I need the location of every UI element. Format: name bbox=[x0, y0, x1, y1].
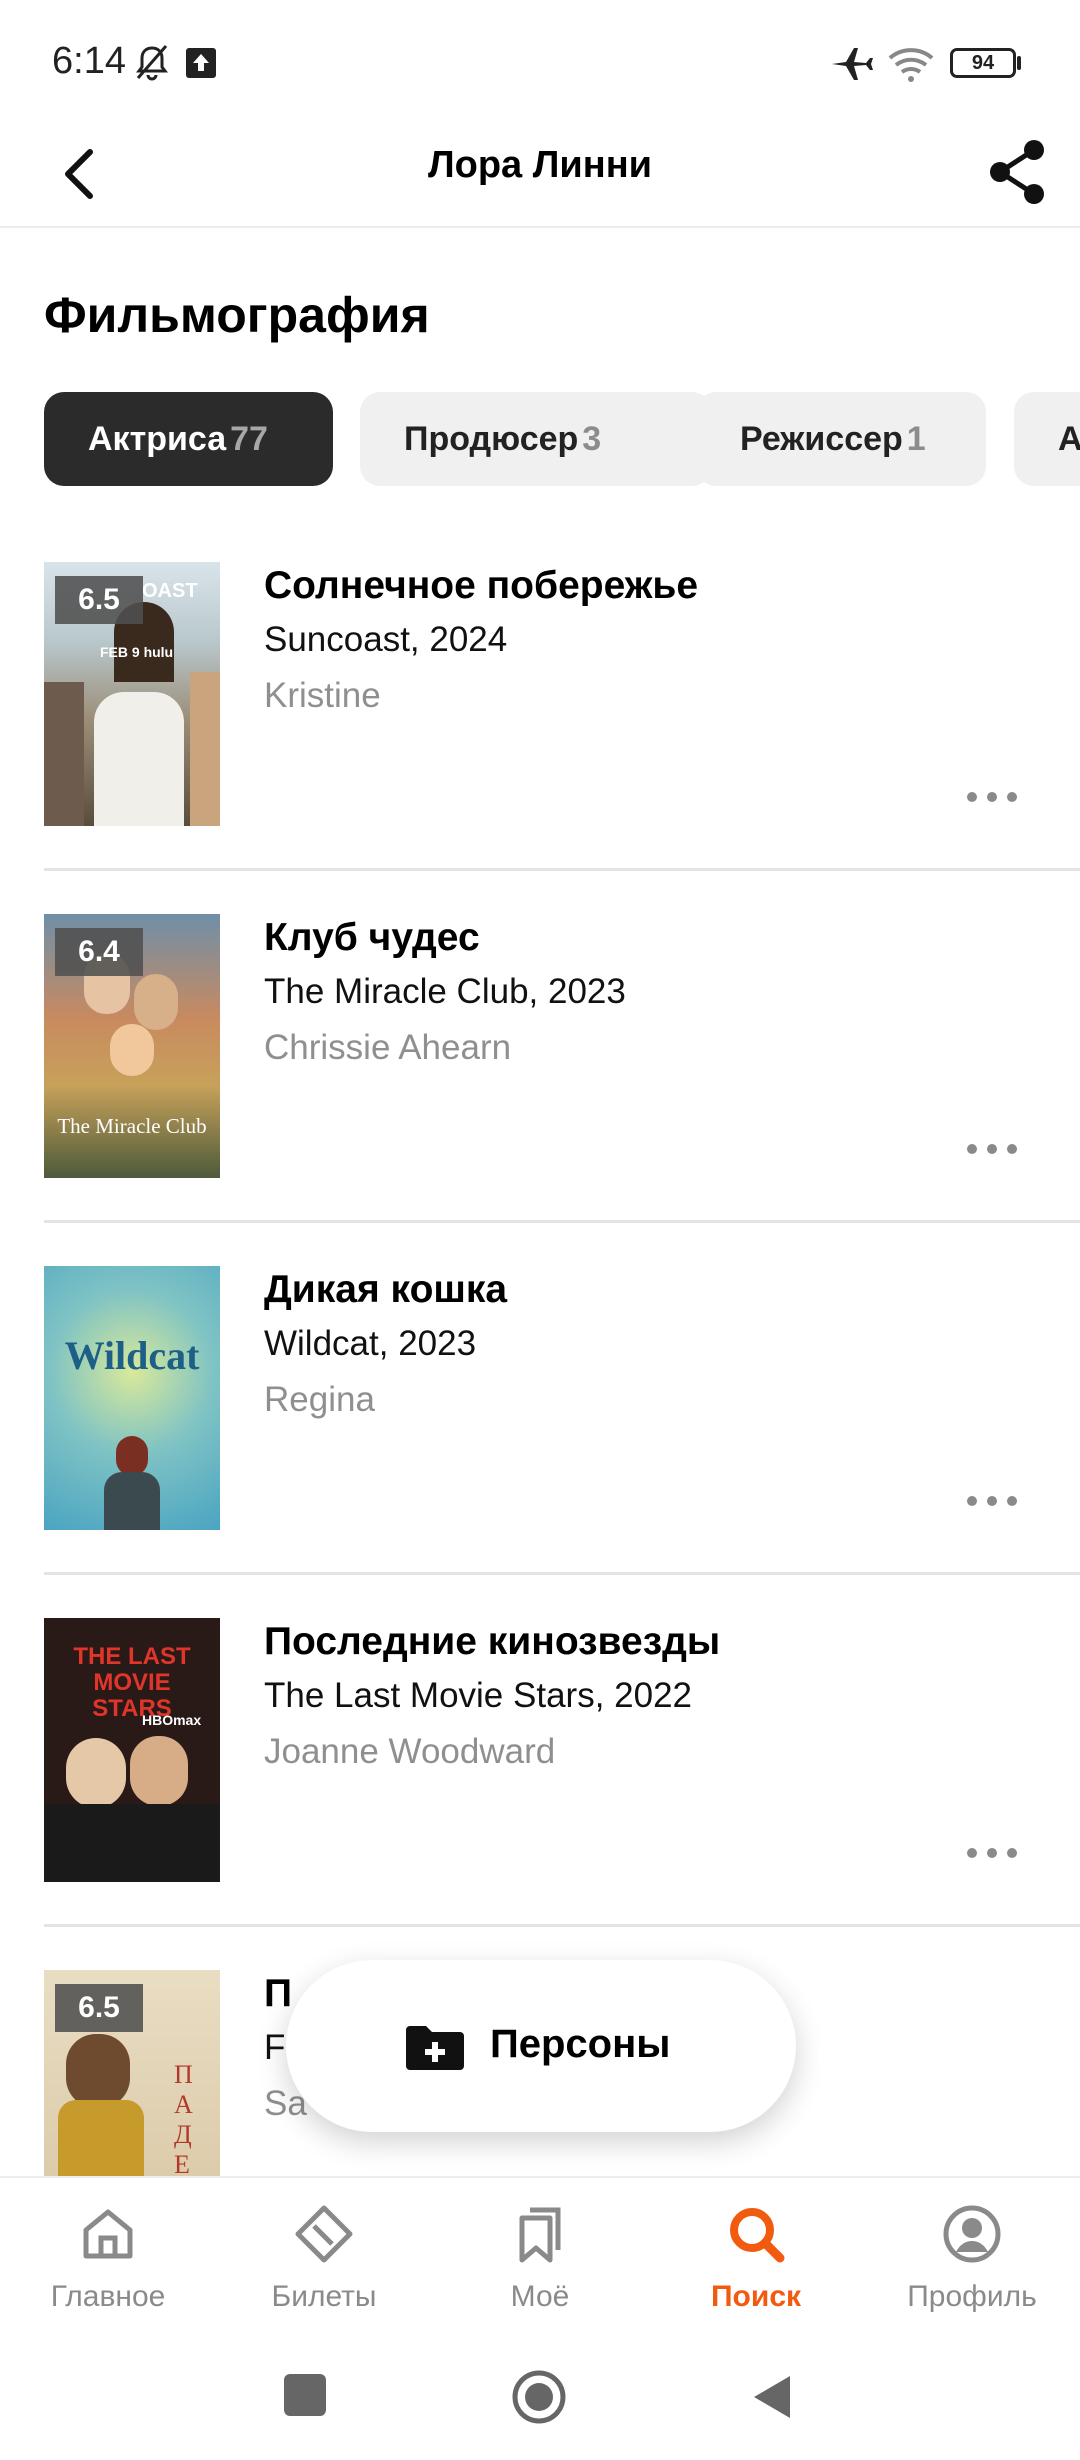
rating-badge: 6.4 bbox=[55, 928, 143, 976]
chip-count: 77 bbox=[230, 420, 268, 458]
persons-fab[interactable]: Персоны bbox=[286, 1960, 796, 2132]
more-options-icon[interactable] bbox=[964, 1136, 1020, 1162]
status-bar: 6:14 94 bbox=[0, 0, 1080, 120]
home-icon bbox=[83, 2209, 133, 2259]
nav-search[interactable]: Поиск bbox=[648, 2202, 864, 2332]
chip-count: 3 bbox=[582, 420, 602, 458]
nav-my[interactable]: Моё bbox=[432, 2202, 648, 2332]
film-poster[interactable]: OAST FEB 9 hulu 6.5 bbox=[44, 562, 220, 826]
nav-label: Билеты bbox=[271, 2280, 377, 2313]
rating-badge: 6.5 bbox=[55, 1984, 143, 2032]
profile-icon bbox=[943, 2205, 1001, 2263]
nav-profile[interactable]: Профиль bbox=[864, 2202, 1080, 2332]
system-navigation-bar bbox=[0, 2336, 1080, 2460]
nav-home[interactable]: Главное bbox=[0, 2202, 216, 2332]
chip-label: Режиссер bbox=[740, 420, 903, 458]
nav-tickets[interactable]: Билеты bbox=[216, 2202, 432, 2332]
bookmarks-icon bbox=[519, 2207, 561, 2263]
nav-label: Профиль bbox=[907, 2280, 1037, 2313]
chip-more[interactable]: А bbox=[1014, 392, 1080, 486]
folder-plus-icon bbox=[406, 2026, 464, 2070]
nav-label: Главное bbox=[50, 2280, 166, 2313]
film-role: Kristine bbox=[264, 676, 381, 715]
film-item[interactable]: The Miracle Club 6.4 Клуб чудес The Mira… bbox=[44, 914, 1080, 1266]
wifi-icon bbox=[888, 48, 934, 82]
poster-title-text: THE LAST MOVIE STARS bbox=[73, 1643, 191, 1722]
chip-label: Продюсер bbox=[404, 420, 579, 458]
film-poster[interactable]: The Miracle Club 6.4 bbox=[44, 914, 220, 1178]
more-options-icon[interactable] bbox=[964, 784, 1020, 810]
film-item[interactable]: THE LAST MOVIE STARS HBOmax Последние ки… bbox=[44, 1618, 1080, 1970]
poster-sub-text: HBOmax bbox=[142, 1712, 202, 1728]
film-original-title: The Last Movie Stars, 2022 bbox=[264, 1676, 692, 1715]
film-original-title: Wildcat, 2023 bbox=[264, 1324, 477, 1363]
film-original-title: Suncoast, 2024 bbox=[264, 620, 508, 659]
poster-title-text: ПАДЕН bbox=[174, 2060, 193, 2176]
upload-icon bbox=[186, 48, 216, 78]
chip-label: Актриса bbox=[88, 420, 227, 458]
film-title: Дикая кошка bbox=[264, 1268, 508, 1311]
rating-badge: 6.5 bbox=[55, 576, 143, 624]
film-poster[interactable]: THE LAST MOVIE STARS HBOmax bbox=[44, 1618, 220, 1882]
film-title: Клуб чудес bbox=[264, 916, 480, 959]
film-role: Chrissie Ahearn bbox=[264, 1028, 512, 1067]
chip-label: А bbox=[1058, 420, 1080, 458]
divider bbox=[44, 1220, 1080, 1223]
film-item[interactable]: Wildcat Дикая кошка Wildcat, 2023 Regina bbox=[44, 1266, 1080, 1618]
share-icon bbox=[990, 140, 1044, 204]
battery-level: 94 bbox=[971, 52, 995, 74]
film-title: П bbox=[264, 1972, 293, 2015]
recent-apps-button[interactable] bbox=[284, 2374, 326, 2416]
film-role: Joanne Woodward bbox=[264, 1732, 556, 1771]
nav-label: Поиск bbox=[710, 2280, 802, 2313]
film-role: Regina bbox=[264, 1380, 375, 1419]
battery-icon: 94 bbox=[950, 48, 1016, 78]
chip-actress[interactable]: Актриса 77 bbox=[44, 392, 333, 486]
search-icon bbox=[730, 2208, 785, 2263]
film-title: Солнечное побережье bbox=[264, 564, 699, 607]
page-title: Лора Линни bbox=[427, 144, 653, 186]
film-title: Последние кинозвезды bbox=[264, 1620, 721, 1663]
divider bbox=[44, 868, 1080, 871]
more-options-icon[interactable] bbox=[964, 1840, 1020, 1866]
divider bbox=[44, 1572, 1080, 1575]
film-original-title: F bbox=[264, 2028, 286, 2067]
top-app-bar: Лора Линни bbox=[0, 120, 1080, 228]
poster-title-text: The Miracle Club bbox=[57, 1114, 207, 1138]
poster-sub-text: FEB 9 hulu bbox=[100, 644, 174, 660]
chip-producer[interactable]: Продюсер 3 bbox=[360, 392, 712, 486]
film-original-title: The Miracle Club, 2023 bbox=[264, 972, 626, 1011]
chip-count: 1 bbox=[906, 420, 926, 458]
film-item[interactable]: OAST FEB 9 hulu 6.5 Солнечное побережье … bbox=[44, 562, 1080, 914]
status-time: 6:14 bbox=[52, 40, 126, 82]
poster-title-text: OAST bbox=[142, 580, 198, 602]
nav-label: Моё bbox=[510, 2280, 570, 2313]
fab-label: Персоны bbox=[490, 2022, 671, 2066]
back-triangle-icon[interactable] bbox=[750, 2372, 794, 2422]
section-title: Фильмография bbox=[44, 287, 430, 343]
more-options-icon[interactable] bbox=[964, 1488, 1020, 1514]
bottom-navigation: Главное Билеты Моё Поиск Профиль bbox=[0, 2176, 1080, 2338]
share-button[interactable] bbox=[980, 134, 1052, 210]
poster-title-text: Wildcat bbox=[64, 1333, 200, 1378]
airplane-icon bbox=[832, 48, 873, 80]
chip-director[interactable]: Режиссер 1 bbox=[696, 392, 986, 486]
film-poster[interactable]: ПАДЕН 6.5 bbox=[44, 1970, 220, 2176]
divider bbox=[44, 1924, 1080, 1927]
film-poster[interactable]: Wildcat bbox=[44, 1266, 220, 1530]
home-button-icon[interactable] bbox=[510, 2368, 568, 2426]
bell-off-icon bbox=[136, 45, 168, 81]
ticket-icon bbox=[295, 2205, 353, 2263]
